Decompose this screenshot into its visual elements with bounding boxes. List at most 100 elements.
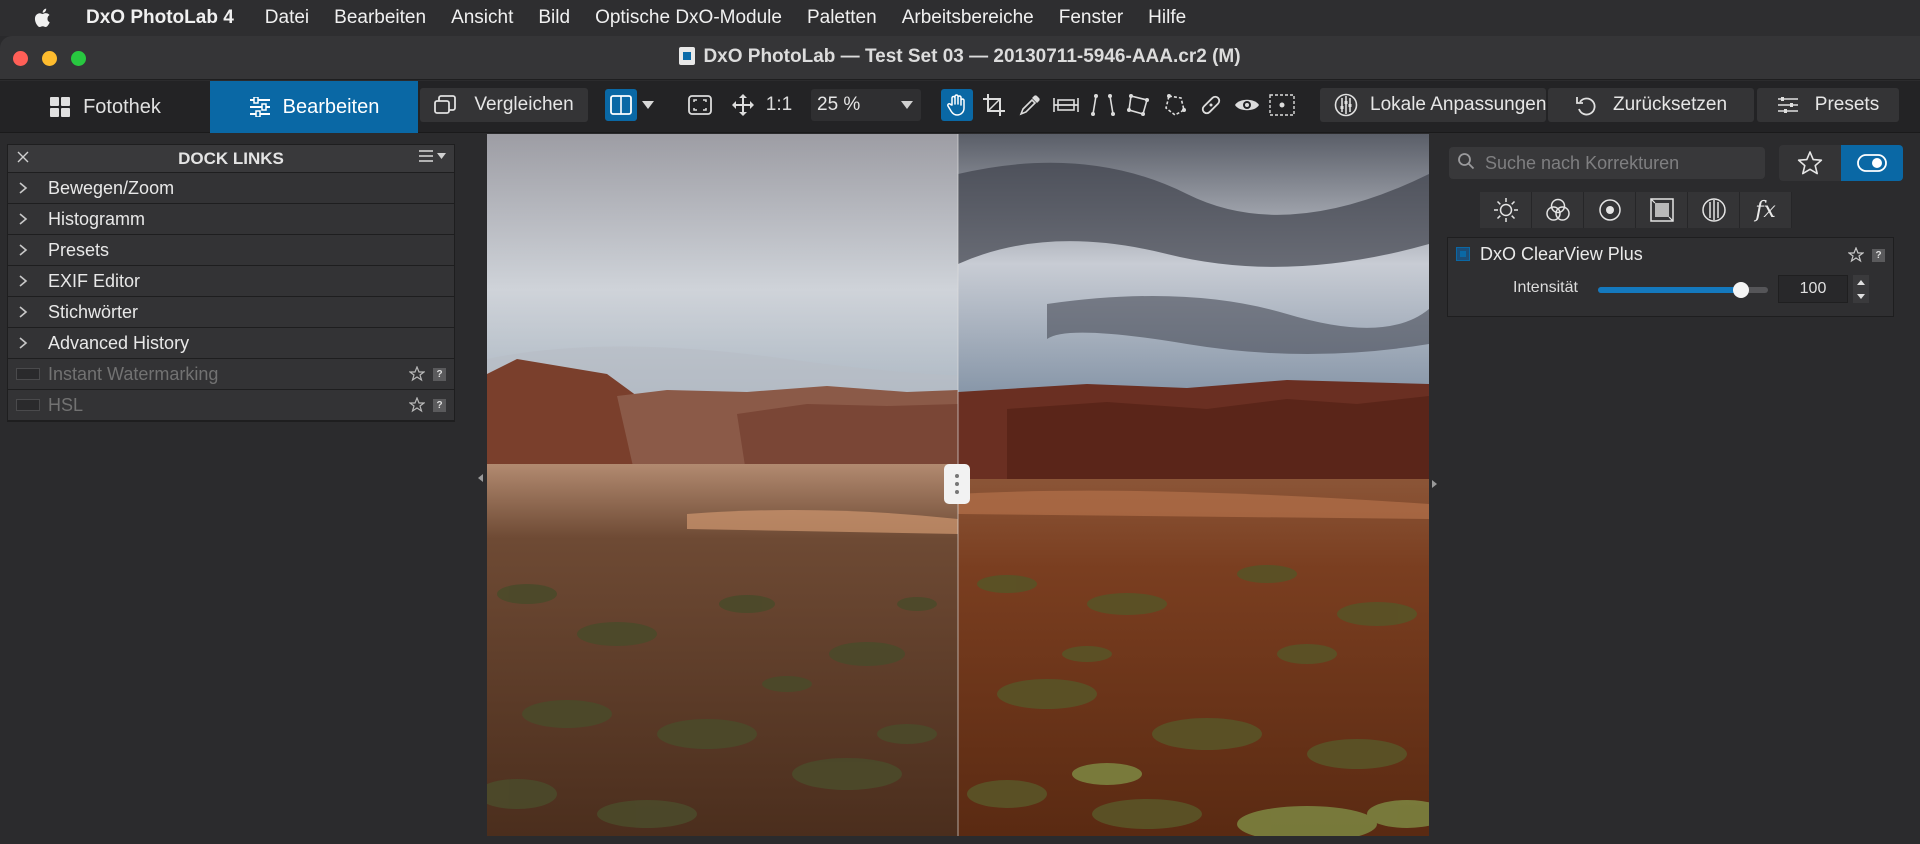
- main-toolbar: Fotothek Bearbeiten Vergleichen 1:1 25 %: [0, 81, 1920, 133]
- chevron-right-icon: [18, 240, 32, 261]
- split-view-button[interactable]: [605, 89, 637, 121]
- chevron-right-icon: [18, 333, 32, 354]
- dock-item-label: EXIF Editor: [48, 270, 141, 291]
- menu-optische-module[interactable]: Optische DxO-Module: [595, 7, 782, 29]
- tab-fotothek[interactable]: Fotothek: [0, 81, 210, 133]
- dock-item-exif-editor[interactable]: EXIF Editor: [8, 266, 454, 297]
- dock-item-label: Presets: [48, 239, 110, 260]
- help-icon[interactable]: ?: [433, 398, 446, 412]
- dock-item-instant-watermarking[interactable]: Instant Watermarking ?: [8, 359, 454, 390]
- category-geometry[interactable]: [1636, 192, 1688, 228]
- favorites-filter-button[interactable]: [1779, 145, 1841, 181]
- window-title-text: DxO PhotoLab — Test Set 03 — 20130711-59…: [703, 46, 1241, 67]
- eyedropper-tool-button[interactable]: [1014, 89, 1046, 121]
- horizon-tool-button[interactable]: [1050, 89, 1082, 121]
- presets-button[interactable]: Presets: [1757, 88, 1899, 122]
- hand-icon: [947, 94, 965, 116]
- reset-button[interactable]: Zurücksetzen: [1548, 88, 1754, 122]
- collapse-left-dock-icon[interactable]: [478, 474, 483, 482]
- dock-item-advanced-history[interactable]: Advanced History: [8, 328, 454, 359]
- slider-fill: [1598, 287, 1741, 293]
- title-bar[interactable]: DxO PhotoLab — Test Set 03 — 20130711-59…: [0, 36, 1920, 80]
- apple-menu-icon[interactable]: [32, 7, 54, 29]
- watermark-icon: [1269, 94, 1295, 116]
- palette-actions: ?: [409, 366, 446, 382]
- dock-item-presets[interactable]: Presets: [8, 235, 454, 266]
- volume-deformation-tool-button[interactable]: [1123, 89, 1155, 121]
- compare-label: Vergleichen: [474, 94, 574, 115]
- dock-menu-icon[interactable]: [418, 149, 448, 170]
- menu-paletten[interactable]: Paletten: [807, 7, 877, 29]
- fit-screen-icon: [688, 95, 712, 115]
- hand-tool-button[interactable]: [941, 89, 973, 121]
- document-icon: [679, 47, 696, 65]
- palette-header[interactable]: DxO ClearView Plus ?: [1448, 238, 1893, 270]
- dock-item-label: Instant Watermarking: [48, 363, 219, 384]
- menu-arbeitsbereiche[interactable]: Arbeitsbereiche: [902, 7, 1034, 29]
- dock-item-histogramm[interactable]: Histogramm: [8, 204, 454, 235]
- fx-icon: fx: [1755, 197, 1776, 223]
- correction-categories: fx: [1480, 192, 1792, 228]
- split-view-dropdown[interactable]: [637, 89, 659, 121]
- intensity-stepper[interactable]: [1853, 275, 1869, 303]
- star-icon[interactable]: [409, 366, 425, 382]
- split-handle[interactable]: [944, 464, 970, 504]
- active-corrections-toggle[interactable]: [1841, 145, 1903, 181]
- dock-item-label: Histogramm: [48, 208, 146, 229]
- slider-thumb[interactable]: [1732, 282, 1749, 298]
- red-eye-icon: [1235, 99, 1259, 111]
- sun-icon: [1493, 198, 1518, 222]
- repair-tool-button[interactable]: [1195, 89, 1227, 121]
- star-icon[interactable]: [1848, 247, 1864, 263]
- watermark-tool-button[interactable]: [1266, 89, 1298, 121]
- chevron-right-icon: [18, 271, 32, 292]
- dock-item-stichwoerter[interactable]: Stichwörter: [8, 297, 454, 328]
- help-icon[interactable]: ?: [433, 367, 446, 381]
- tab-bearbeiten[interactable]: Bearbeiten: [210, 81, 418, 133]
- image-viewer[interactable]: [487, 134, 1429, 836]
- chevron-down-icon: [642, 101, 654, 109]
- perspective-tool-button[interactable]: [1087, 89, 1119, 121]
- category-effects[interactable]: fx: [1740, 192, 1792, 228]
- menu-bearbeiten[interactable]: Bearbeiten: [334, 7, 426, 29]
- left-dock: DOCK LINKS Bewegen/Zoom Histogramm Prese…: [7, 144, 455, 422]
- miniature-tool-button[interactable]: [1159, 89, 1191, 121]
- star-icon: [1797, 151, 1823, 175]
- collapse-right-dock-icon[interactable]: [1432, 480, 1437, 488]
- category-local[interactable]: [1688, 192, 1740, 228]
- toggle-icon: [1857, 154, 1887, 172]
- zoom-select[interactable]: 25 %: [811, 89, 921, 121]
- local-adjustments-icon: [1334, 93, 1358, 117]
- enable-checkbox[interactable]: [16, 368, 40, 380]
- dock-item-label: Bewegen/Zoom: [48, 177, 175, 198]
- category-color[interactable]: [1532, 192, 1584, 228]
- corrections-search-input[interactable]: Suche nach Korrekturen: [1449, 147, 1765, 179]
- menu-ansicht[interactable]: Ansicht: [451, 7, 513, 29]
- intensity-value-field[interactable]: 100: [1778, 275, 1848, 303]
- menu-bild[interactable]: Bild: [538, 7, 570, 29]
- close-dock-icon[interactable]: [16, 149, 30, 169]
- compare-button[interactable]: Vergleichen: [420, 88, 588, 122]
- category-detail[interactable]: [1584, 192, 1636, 228]
- red-eye-tool-button[interactable]: [1231, 89, 1263, 121]
- menu-hilfe[interactable]: Hilfe: [1148, 7, 1186, 29]
- reset-label: Zurücksetzen: [1612, 94, 1728, 115]
- dock-item-bewegen-zoom[interactable]: Bewegen/Zoom: [8, 173, 454, 204]
- zoom-100-button[interactable]: 1:1: [762, 89, 796, 121]
- enable-checkbox[interactable]: [1456, 247, 1470, 261]
- intensity-slider[interactable]: [1598, 282, 1768, 298]
- menu-datei[interactable]: Datei: [265, 7, 309, 29]
- category-light[interactable]: [1480, 192, 1532, 228]
- dock-item-hsl[interactable]: HSL ?: [8, 390, 454, 421]
- menu-app-name[interactable]: DxO PhotoLab 4: [86, 7, 234, 29]
- move-button[interactable]: [727, 89, 759, 121]
- crop-tool-button[interactable]: [978, 89, 1010, 121]
- chevron-right-icon: [18, 178, 32, 199]
- perspective-icon: [1091, 94, 1115, 116]
- local-adjustments-button[interactable]: Lokale Anpassungen: [1320, 88, 1546, 122]
- star-icon[interactable]: [409, 397, 425, 413]
- menu-fenster[interactable]: Fenster: [1059, 7, 1123, 29]
- fit-screen-button[interactable]: [682, 89, 718, 121]
- help-icon[interactable]: ?: [1872, 248, 1885, 262]
- enable-checkbox[interactable]: [16, 399, 40, 411]
